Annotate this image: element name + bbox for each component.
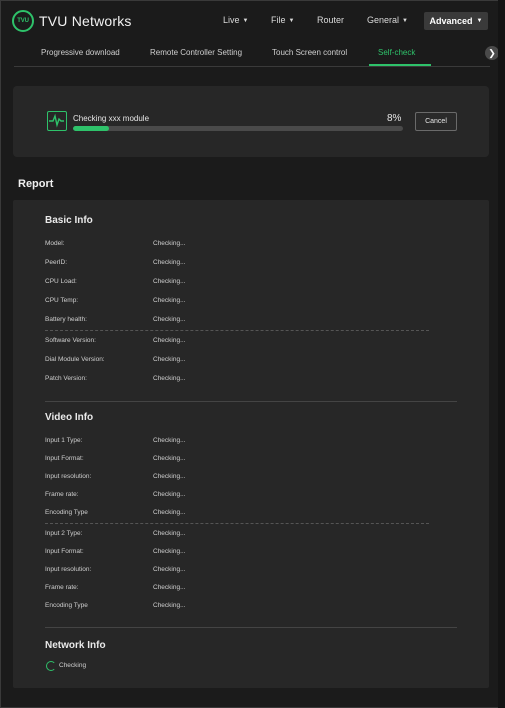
row-key: Frame rate: <box>45 584 79 591</box>
video-info-row: Frame rate: Checking... <box>45 491 445 501</box>
cancel-button[interactable]: Cancel <box>415 112 457 131</box>
row-key: CPU Temp: <box>45 297 79 304</box>
row-key: Input resolution: <box>45 566 92 573</box>
row-value: Checking... <box>153 437 186 444</box>
dashed-divider <box>45 330 429 331</box>
row-value: Checking... <box>153 240 186 247</box>
active-tab-indicator <box>369 64 431 66</box>
row-key: Input Format: <box>45 455 84 462</box>
row-value: Checking... <box>153 297 186 304</box>
row-key: Software Version: <box>45 337 96 344</box>
row-value: Checking... <box>153 602 186 609</box>
logo-badge-icon: TVU <box>12 10 34 32</box>
heartbeat-icon <box>47 111 67 131</box>
caret-down-icon: ▼ <box>476 18 483 24</box>
progress-bar <box>73 126 403 131</box>
menu-general[interactable]: General ▼ <box>367 15 408 25</box>
video-info-row: Input resolution: Checking... <box>45 473 445 483</box>
row-value: Checking... <box>153 316 186 323</box>
loading-spinner-icon <box>46 661 56 671</box>
basic-info-row: CPU Temp: Checking... <box>45 297 445 307</box>
video-info-row: Input resolution: Checking... <box>45 566 445 576</box>
row-value: Checking... <box>153 491 186 498</box>
row-value: Checking... <box>153 530 186 537</box>
video-info-row: Encoding Type Checking... <box>45 602 445 612</box>
caret-down-icon: ▼ <box>402 18 408 24</box>
menu-advanced-label: Advanced <box>429 16 473 26</box>
row-value: Checking... <box>153 584 186 591</box>
report-title: Report <box>18 178 54 190</box>
video-info-title: Video Info <box>45 412 94 423</box>
menu-live[interactable]: Live ▼ <box>223 15 248 25</box>
row-key: Input Format: <box>45 548 84 555</box>
row-value: Checking... <box>153 473 186 480</box>
menu-router-label: Router <box>317 15 345 25</box>
section-divider <box>45 401 457 402</box>
section-divider <box>45 627 457 628</box>
caret-down-icon: ▼ <box>288 18 295 24</box>
basic-info-row: Battery health: Checking... <box>45 316 445 326</box>
menu-file[interactable]: File ▼ <box>271 15 294 25</box>
basic-info-row: CPU Load: Checking... <box>45 278 445 288</box>
progress-label: Checking xxx module <box>73 114 150 123</box>
menu-advanced[interactable]: Advanced ▼ <box>424 12 488 30</box>
video-info-row: Input Format: Checking... <box>45 455 445 465</box>
video-info-row: Frame rate: Checking... <box>45 584 445 594</box>
progress-percent: 8% <box>387 113 402 124</box>
menu-general-label: General <box>367 15 400 25</box>
dashed-divider <box>45 523 429 524</box>
row-value: Checking... <box>153 375 186 382</box>
tab-self-check[interactable]: Self-check <box>378 48 415 57</box>
row-key: Encoding Type <box>45 509 88 516</box>
sub-tabs: Progressive download Remote Controller S… <box>14 44 499 67</box>
row-key: Battery health: <box>45 316 87 323</box>
basic-info-row: Patch Version: Checking... <box>45 375 445 385</box>
row-value: Checking... <box>153 548 186 555</box>
row-value: Checking... <box>153 259 186 266</box>
row-key: Input 2 Type: <box>45 530 83 537</box>
tab-progressive-download[interactable]: Progressive download <box>41 48 120 57</box>
video-info-row: Input 1 Type: Checking... <box>45 437 445 447</box>
top-bar: TVU TVU Networks Live ▼ File ▼ Router Gene… <box>0 0 505 44</box>
row-value: Checking... <box>153 278 186 285</box>
menu-live-label: Live <box>223 15 240 25</box>
basic-info-row: Dial Module Version: Checking... <box>45 356 445 366</box>
row-value: Checking... <box>153 356 186 363</box>
row-key: Input resolution: <box>45 473 92 480</box>
tab-remote-controller-setting[interactable]: Remote Controller Setting <box>150 48 242 57</box>
row-key: Model: <box>45 240 65 247</box>
tvu-logo[interactable]: TVU TVU Networks <box>12 10 132 32</box>
scrollbar-track[interactable] <box>498 0 505 708</box>
network-info-title: Network Info <box>45 640 106 651</box>
row-key: CPU Load: <box>45 278 77 285</box>
row-key: Patch Version: <box>45 375 87 382</box>
row-key: Input 1 Type: <box>45 437 83 444</box>
row-key: PeerID: <box>45 259 68 266</box>
video-info-row: Encoding Type Checking... <box>45 509 445 519</box>
progress-card: Checking xxx module 8% Cancel <box>13 86 489 157</box>
caret-down-icon: ▼ <box>242 18 249 24</box>
logo-text: TVU Networks <box>39 13 132 29</box>
progress-bar-fill <box>73 126 110 131</box>
row-key: Encoding Type <box>45 602 88 609</box>
row-value: Checking... <box>153 337 186 344</box>
chevron-right-icon[interactable]: ❯ <box>485 46 499 60</box>
video-info-row: Input 2 Type: Checking... <box>45 530 445 540</box>
row-value: Checking... <box>153 566 186 573</box>
basic-info-row: Software Version: Checking... <box>45 337 445 347</box>
row-value: Checking... <box>153 509 186 516</box>
menu-file-label: File <box>271 15 286 25</box>
basic-info-row: Model: Checking... <box>45 240 445 250</box>
row-value: Checking... <box>153 455 186 462</box>
row-key: Frame rate: <box>45 491 79 498</box>
menu-router[interactable]: Router <box>317 15 344 25</box>
basic-info-row: PeerID: Checking... <box>45 259 445 269</box>
report-card: Basic Info Model: Checking... PeerID: Chec… <box>13 200 489 688</box>
video-info-row: Input Format: Checking... <box>45 548 445 558</box>
basic-info-title: Basic Info <box>45 215 93 226</box>
row-key: Dial Module Version: <box>45 356 105 363</box>
network-status: Checking <box>59 662 87 669</box>
tab-touch-screen-control[interactable]: Touch Screen control <box>272 48 347 57</box>
